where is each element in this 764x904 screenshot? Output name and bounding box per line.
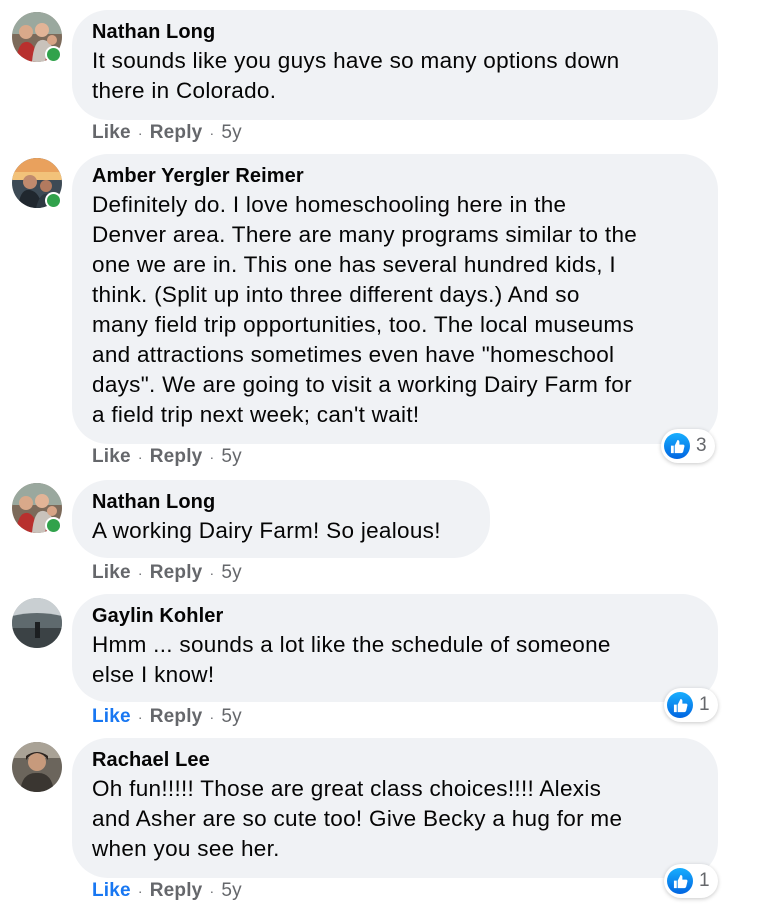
comment-bubble: Gaylin Kohler Hmm ... sounds a lot like … <box>72 594 718 702</box>
separator: · <box>209 883 215 899</box>
avatar[interactable] <box>12 742 62 792</box>
comment-text: Hmm ... sounds a lot like the schedule o… <box>92 632 611 687</box>
like-button[interactable]: Like <box>92 706 131 727</box>
separator: · <box>209 565 215 581</box>
reply-button[interactable]: Reply <box>150 446 203 467</box>
comment-text: Oh fun!!!!! Those are great class choice… <box>92 776 623 861</box>
separator: · <box>137 709 143 725</box>
comment-text: A working Dairy Farm! So jealous! <box>92 518 441 543</box>
separator: · <box>209 125 215 141</box>
like-button[interactable]: Like <box>92 446 131 467</box>
comment-actions: Like · Reply · 5y <box>92 878 242 904</box>
comment-actions: Like · Reply · 5y <box>92 560 242 586</box>
separator: · <box>137 449 143 465</box>
timestamp[interactable]: 5y <box>221 122 241 143</box>
reply-button[interactable]: Reply <box>150 562 203 583</box>
reply-button[interactable]: Reply <box>150 880 203 901</box>
reaction-count: 3 <box>696 435 707 456</box>
reply-button[interactable]: Reply <box>150 706 203 727</box>
comment-bubble: Nathan Long A working Dairy Farm! So jea… <box>72 480 490 558</box>
avatar[interactable] <box>12 598 62 648</box>
comment-author[interactable]: Nathan Long <box>92 18 694 46</box>
timestamp[interactable]: 5y <box>221 446 241 467</box>
reply-button[interactable]: Reply <box>150 122 203 143</box>
comment-actions: Like · Reply · 5y <box>92 444 242 470</box>
reaction-count-badge[interactable]: 3 <box>661 429 715 463</box>
like-reaction-icon <box>664 433 690 459</box>
online-status-dot <box>45 192 62 209</box>
comment-author[interactable]: Nathan Long <box>92 488 466 516</box>
like-button[interactable]: Like <box>92 562 131 583</box>
reaction-count-badge[interactable]: 1 <box>664 688 718 722</box>
separator: · <box>137 565 143 581</box>
like-reaction-icon <box>667 868 693 894</box>
reaction-count: 1 <box>699 870 710 891</box>
reaction-count: 1 <box>699 694 710 715</box>
like-reaction-icon <box>667 692 693 718</box>
comment-text: Definitely do. I love homeschooling here… <box>92 192 638 427</box>
comment-bubble: Amber Yergler Reimer Definitely do. I lo… <box>72 154 718 444</box>
comment-author[interactable]: Amber Yergler Reimer <box>92 162 694 190</box>
timestamp[interactable]: 5y <box>221 706 241 727</box>
comment-bubble: Nathan Long It sounds like you guys have… <box>72 10 718 120</box>
comment-actions: Like · Reply · 5y <box>92 704 242 730</box>
separator: · <box>209 449 215 465</box>
separator: · <box>209 709 215 725</box>
like-button[interactable]: Like <box>92 122 131 143</box>
timestamp[interactable]: 5y <box>221 880 241 901</box>
comment-actions: Like · Reply · 5y <box>92 120 242 146</box>
comment-text: It sounds like you guys have so many opt… <box>92 48 620 103</box>
timestamp[interactable]: 5y <box>221 562 241 583</box>
comment-author[interactable]: Rachael Lee <box>92 746 694 774</box>
separator: · <box>137 125 143 141</box>
like-button[interactable]: Like <box>92 880 131 901</box>
comment-bubble: Rachael Lee Oh fun!!!!! Those are great … <box>72 738 718 878</box>
comment-author[interactable]: Gaylin Kohler <box>92 602 694 630</box>
reaction-count-badge[interactable]: 1 <box>664 864 718 898</box>
online-status-dot <box>45 46 62 63</box>
separator: · <box>137 883 143 899</box>
online-status-dot <box>45 517 62 534</box>
